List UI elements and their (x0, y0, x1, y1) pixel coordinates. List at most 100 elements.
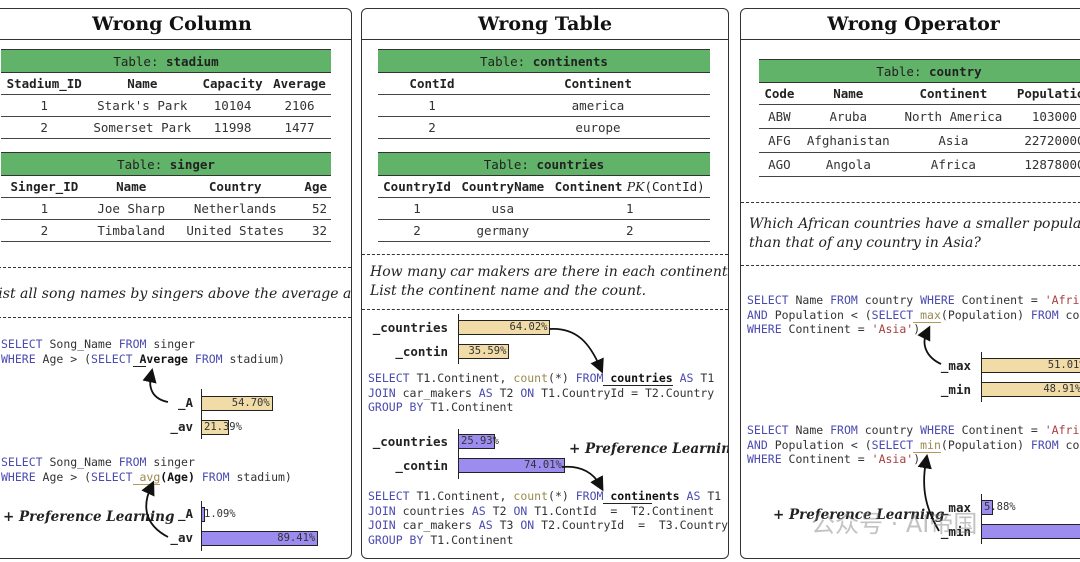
column-header: Capacity (197, 72, 268, 95)
table-row: 2 europe (378, 116, 710, 139)
prob-bar: 1.09% (201, 507, 236, 522)
prob-bar: 51.01% (981, 358, 1080, 373)
sql-after: SELECT Song_Name FROM singer WHERE Age >… (1, 455, 292, 485)
prob-bar: 89.41% (201, 531, 319, 546)
prob-bar: 35.59% (458, 344, 510, 359)
divider (741, 265, 1080, 266)
question-line: How many car makers are there in each co… (370, 264, 729, 280)
cell: Aruba (799, 104, 897, 129)
table-continents: Table: continents ContId Continent 1 ame… (378, 49, 710, 139)
table-caption: Table: country (759, 59, 1080, 83)
cell: Angola (799, 152, 897, 177)
panel-title: Wrong Table (362, 9, 728, 40)
token-label: _countries (372, 434, 448, 449)
table-row: 2 Somerset Park 11998 1477 (1, 116, 331, 139)
panel-wrong-operator: Wrong Operator Table: country Code Name … (740, 8, 1080, 559)
cell: Joe Sharp (87, 197, 175, 220)
question-text: List all song names by singers above the… (0, 286, 352, 302)
table-row: 2 Timbaland United States 32 (1, 219, 331, 242)
question-text: How many car makers are there in each co… (370, 263, 729, 301)
column-header: Name (87, 72, 198, 95)
cell: germany (456, 219, 550, 242)
sql-before: SELECT Song_Name FROM singer WHERE Age >… (1, 337, 285, 367)
cell: 22720000 (1009, 128, 1080, 153)
cell: 32 (295, 219, 331, 242)
question-line: Which African countries have a smaller p… (749, 216, 1080, 232)
cell: europe (486, 116, 710, 139)
table-row: 1 Joe Sharp Netherlands 52 (1, 197, 331, 220)
cell: 10104 (197, 94, 268, 117)
column-header: Continent (549, 175, 624, 198)
cell: 1 (549, 197, 710, 220)
token-label: _A (177, 395, 193, 410)
prob-bar: 94.1% (981, 524, 1080, 539)
table-countries: Table: countries CountryId CountryName C… (378, 152, 710, 242)
cell: AFG (759, 128, 800, 153)
token-label: _max (940, 358, 971, 373)
cell: 1477 (268, 116, 331, 139)
column-header: CountryName (456, 175, 550, 198)
cell: 1 (1, 197, 88, 220)
divider (0, 267, 351, 268)
table-row: 1 usa 1 (378, 197, 710, 220)
table-caption: Table: stadium (1, 49, 331, 73)
cell: 2 (549, 219, 710, 242)
cell: Africa (896, 152, 1010, 177)
table-singer: Table: singer Singer_ID Name Country Age… (1, 152, 331, 242)
cell: usa (456, 197, 550, 220)
cell: Somerset Park (87, 116, 198, 139)
question-line: List the continent name and the count. (370, 283, 647, 299)
column-header: Continent (896, 82, 1010, 105)
token-label: _av (170, 419, 193, 434)
cell: 11998 (197, 116, 268, 139)
cell: ABW (759, 104, 800, 129)
divider (362, 254, 728, 255)
token-label: _av (170, 530, 193, 545)
prob-bar: 54.70% (201, 396, 273, 411)
cell: 2 (378, 116, 486, 139)
table-row: AFG Afghanistan Asia 22720000 (759, 128, 1080, 153)
token-label: _countries (372, 320, 448, 335)
column-header: Name (799, 82, 897, 105)
table-row: 1 america (378, 94, 710, 117)
table-caption: Table: singer (1, 152, 331, 176)
cell: North America (896, 104, 1010, 129)
column-header: Code (759, 82, 800, 105)
table-caption: Table: continents (378, 49, 710, 73)
cell: 1 (378, 197, 457, 220)
table-row: 2 germany 2 (378, 219, 710, 242)
cell: 52 (295, 197, 331, 220)
prob-bar: 74.01% (458, 458, 565, 473)
column-header: CountryId (378, 175, 457, 198)
cell: 2 (378, 219, 457, 242)
cell: Stark's Park (87, 94, 198, 117)
table-stadium: Table: stadium Stadium_ID Name Capacity … (1, 49, 331, 139)
table-row: 1 Stark's Park 10104 2106 (1, 94, 331, 117)
token-label: _A (177, 506, 193, 521)
prob-bar: 64.02% (458, 320, 551, 335)
question-text: Which African countries have a smaller p… (749, 215, 1080, 253)
cell: 12878000 (1009, 152, 1080, 177)
token-label: _min (940, 382, 971, 397)
column-header: Country (174, 175, 296, 198)
divider (741, 202, 1080, 203)
cell: 2 (1, 116, 88, 139)
sql-before: SELECT T1.Continent, count(*) FROM count… (368, 371, 715, 414)
sql-before: SELECT Name FROM country WHERE Continent… (747, 293, 1080, 336)
cell: Netherlands (174, 197, 296, 220)
panel-wrong-table: Wrong Table Table: continents ContId Con… (361, 8, 729, 559)
column-header: Stadium_ID (1, 72, 88, 95)
panel-title: Wrong Column (0, 9, 351, 40)
column-header: Age (295, 175, 331, 198)
prob-bar: 25.93% (458, 434, 499, 449)
cell: Afghanistan (799, 128, 897, 153)
sql-after: SELECT Name FROM country WHERE Continent… (747, 423, 1080, 466)
arrow-icon (548, 328, 604, 374)
column-header-pk: PK(ContId) (623, 175, 710, 198)
prob-bar: 48.91% (981, 382, 1080, 397)
table-country: Table: country Code Name Continent Popul… (759, 59, 1080, 177)
prob-bar: 21.39% (201, 420, 242, 435)
cell: 1 (1, 94, 88, 117)
table-row: AGO Angola Africa 12878000 (759, 152, 1080, 177)
cell: 1 (378, 94, 486, 117)
